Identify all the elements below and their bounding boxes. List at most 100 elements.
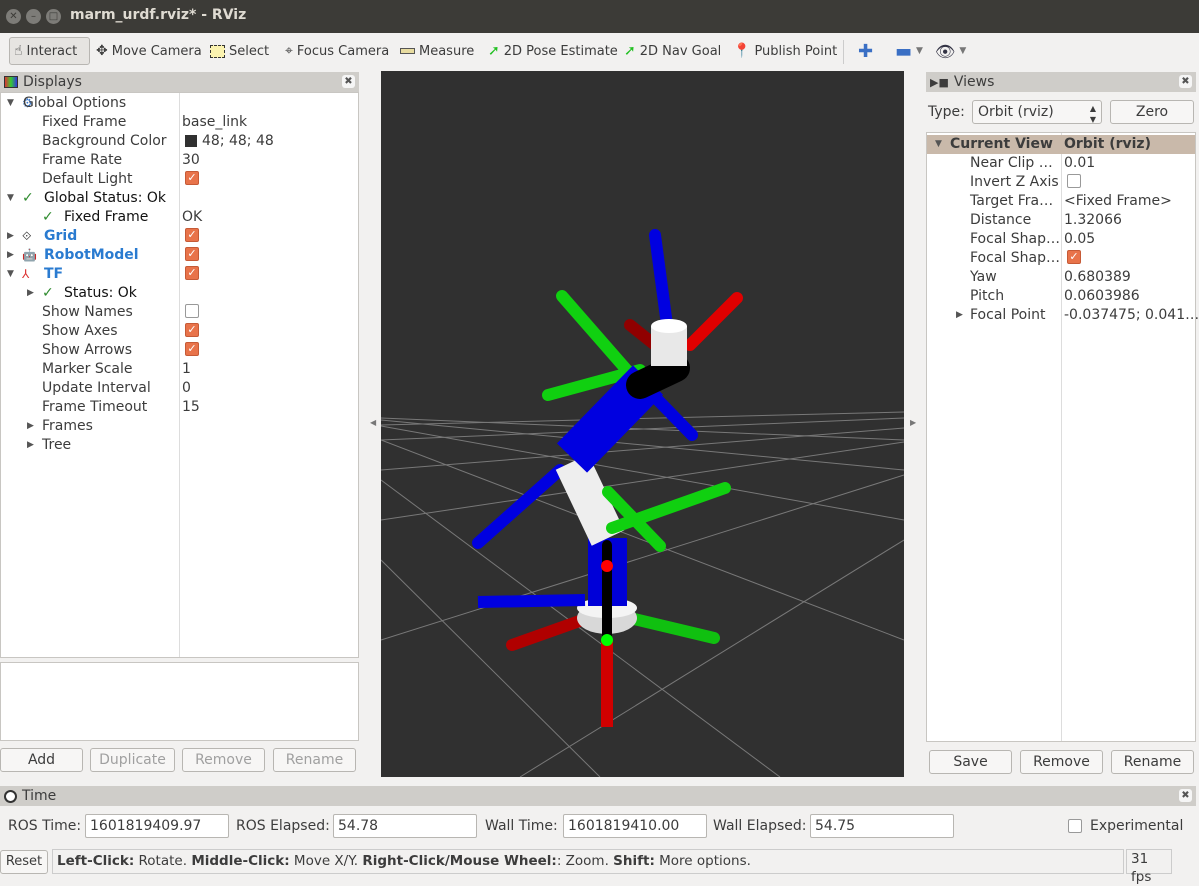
remove-view-button[interactable]: Remove xyxy=(1020,750,1103,774)
expand-arrow-icon[interactable]: ▶ xyxy=(27,436,34,455)
expand-arrow-icon[interactable]: ▶ xyxy=(27,417,34,436)
view-property-row[interactable]: Target Fra… <Fixed Frame> xyxy=(927,192,1195,211)
tool-interact[interactable]: ☝ Interact xyxy=(9,37,90,65)
row-value[interactable]: 1 xyxy=(182,360,191,379)
remove-tool-button[interactable]: ▬ ▼ xyxy=(895,37,923,65)
display-row[interactable]: Update Interval 0 xyxy=(1,379,358,398)
collapse-left-handle[interactable]: ◀ xyxy=(370,418,376,427)
checkbox[interactable]: ✓ xyxy=(185,227,199,246)
tool-2d-pose-estimate[interactable]: ➚ 2D Pose Estimate xyxy=(488,37,618,65)
tool-measure[interactable]: Measure xyxy=(400,37,474,65)
display-row[interactable]: ▶ ✓ Status: Ok xyxy=(1,284,358,303)
row-value[interactable]: 0 xyxy=(182,379,191,398)
add-display-button[interactable]: Add xyxy=(0,748,83,772)
row-value[interactable]: 0.680389 xyxy=(1064,268,1131,287)
maximize-window-button[interactable]: □ xyxy=(46,9,61,24)
row-value[interactable]: 48; 48; 48 xyxy=(202,132,274,151)
row-value[interactable]: 0.01 xyxy=(1064,154,1095,173)
view-property-row[interactable]: Pitch 0.0603986 xyxy=(927,287,1195,306)
close-window-button[interactable]: ✕ xyxy=(6,9,21,24)
view-property-row[interactable]: Invert Z Axis xyxy=(927,173,1195,192)
view-property-row[interactable]: ▶ Focal Point -0.037475; 0.041… xyxy=(927,306,1199,325)
expand-arrow-icon[interactable]: ▶ xyxy=(7,246,14,265)
wall-time-field[interactable]: 1601819410.00 xyxy=(563,814,707,838)
checkbox[interactable] xyxy=(1067,173,1081,192)
display-row[interactable]: Frame Timeout 15 xyxy=(1,398,358,417)
save-view-button[interactable]: Save xyxy=(929,750,1012,774)
display-row[interactable]: Fixed Frame base_link xyxy=(1,113,358,132)
tool-publish-point[interactable]: 📍 Publish Point xyxy=(733,37,837,65)
expand-arrow-icon[interactable]: ▼ xyxy=(935,135,942,154)
wall-elapsed-field[interactable]: 54.75 xyxy=(810,814,954,838)
display-row[interactable]: ✓ Fixed Frame OK xyxy=(1,208,358,227)
close-panel-button[interactable]: ✖ xyxy=(342,75,355,88)
tool-focus-camera[interactable]: ⌖ Focus Camera xyxy=(285,37,389,65)
display-row[interactable]: Show Names xyxy=(1,303,358,322)
row-value[interactable]: 0.0603986 xyxy=(1064,287,1140,306)
display-row[interactable]: ▼ ⅄ TF ✓ xyxy=(1,265,358,284)
display-row[interactable]: ▶ Tree xyxy=(1,436,358,455)
checkbox[interactable]: ✓ xyxy=(1067,249,1081,268)
row-value[interactable]: OK xyxy=(182,208,202,227)
duplicate-display-button[interactable]: Duplicate xyxy=(90,748,175,772)
close-panel-button[interactable]: ✖ xyxy=(1179,789,1192,802)
current-view-row[interactable]: ▼ Current View Orbit (rviz) xyxy=(927,135,1195,154)
expand-arrow-icon[interactable]: ▼ xyxy=(7,94,14,113)
display-row[interactable]: Frame Rate 30 xyxy=(1,151,358,170)
checkbox[interactable]: ✓ xyxy=(185,246,199,265)
view-property-row[interactable]: Distance 1.32066 xyxy=(927,211,1195,230)
checkbox[interactable]: ✓ xyxy=(185,341,199,360)
view-property-row[interactable]: Near Clip … 0.01 xyxy=(927,154,1195,173)
expand-arrow-icon[interactable]: ▼ xyxy=(7,189,14,208)
collapse-right-handle[interactable]: ▶ xyxy=(910,418,916,427)
display-row[interactable]: Show Arrows ✓ xyxy=(1,341,358,360)
color-swatch[interactable] xyxy=(185,135,197,147)
row-value[interactable]: base_link xyxy=(182,113,247,132)
checkbox[interactable]: ✓ xyxy=(185,170,199,189)
row-value[interactable]: 1.32066 xyxy=(1064,211,1122,230)
ros-elapsed-field[interactable]: 54.78 xyxy=(333,814,477,838)
view-property-row[interactable]: Yaw 0.680389 xyxy=(927,268,1195,287)
expand-arrow-icon[interactable]: ▼ xyxy=(7,265,14,284)
checkbox[interactable] xyxy=(185,303,199,322)
checkbox[interactable]: ✓ xyxy=(185,322,199,341)
ros-time-field[interactable]: 1601819409.97 xyxy=(85,814,229,838)
row-value[interactable]: 15 xyxy=(182,398,200,417)
display-row[interactable]: Default Light ✓ xyxy=(1,170,358,189)
expand-arrow-icon[interactable]: ▶ xyxy=(27,284,34,303)
view-type-select[interactable]: Orbit (rviz) ▲ ▼ xyxy=(972,100,1102,124)
view-property-row[interactable]: Focal Shap… ✓ xyxy=(927,249,1195,268)
render-3d-view[interactable] xyxy=(381,71,904,777)
add-tool-button[interactable]: ✚ xyxy=(858,37,873,65)
tool-select[interactable]: Select xyxy=(210,37,269,65)
rename-view-button[interactable]: Rename xyxy=(1111,750,1194,774)
display-row[interactable]: ▶ 🤖 RobotModel ✓ xyxy=(1,246,358,265)
tool-2d-nav-goal[interactable]: ➚ 2D Nav Goal xyxy=(624,37,721,65)
display-row[interactable]: ▼ ⚙ Global Options xyxy=(1,94,358,113)
experimental-checkbox[interactable] xyxy=(1068,818,1082,835)
display-row[interactable]: Background Color 48; 48; 48 xyxy=(1,132,358,151)
close-panel-button[interactable]: ✖ xyxy=(1179,75,1192,88)
row-value[interactable]: 0.05 xyxy=(1064,230,1095,249)
expand-arrow-icon[interactable]: ▶ xyxy=(956,306,963,325)
display-row[interactable]: Show Axes ✓ xyxy=(1,322,358,341)
reset-button[interactable]: Reset xyxy=(0,850,48,874)
display-row[interactable]: Marker Scale 1 xyxy=(1,360,358,379)
display-row[interactable]: ▶ ⟐ Grid ✓ xyxy=(1,227,358,246)
panels-visibility-button[interactable]: 👁 ▼ xyxy=(935,37,966,65)
row-label: TF xyxy=(44,266,64,282)
remove-display-button[interactable]: Remove xyxy=(182,748,265,772)
display-row[interactable]: ▶ Frames xyxy=(1,417,358,436)
minimize-window-button[interactable]: – xyxy=(26,9,41,24)
rename-display-button[interactable]: Rename xyxy=(273,748,356,772)
row-value[interactable]: <Fixed Frame> xyxy=(1064,192,1172,211)
expand-arrow-icon[interactable]: ▶ xyxy=(7,227,14,246)
checkbox[interactable]: ✓ xyxy=(185,265,199,284)
row-value[interactable]: -0.037475; 0.041… xyxy=(1064,306,1199,325)
checkbox[interactable] xyxy=(1068,818,1082,833)
row-value[interactable]: 30 xyxy=(182,151,200,170)
zero-button[interactable]: Zero xyxy=(1110,100,1194,124)
view-property-row[interactable]: Focal Shap… 0.05 xyxy=(927,230,1195,249)
tool-move-camera[interactable]: ✥ Move Camera xyxy=(96,37,202,65)
display-row[interactable]: ▼ ✓ Global Status: Ok xyxy=(1,189,358,208)
